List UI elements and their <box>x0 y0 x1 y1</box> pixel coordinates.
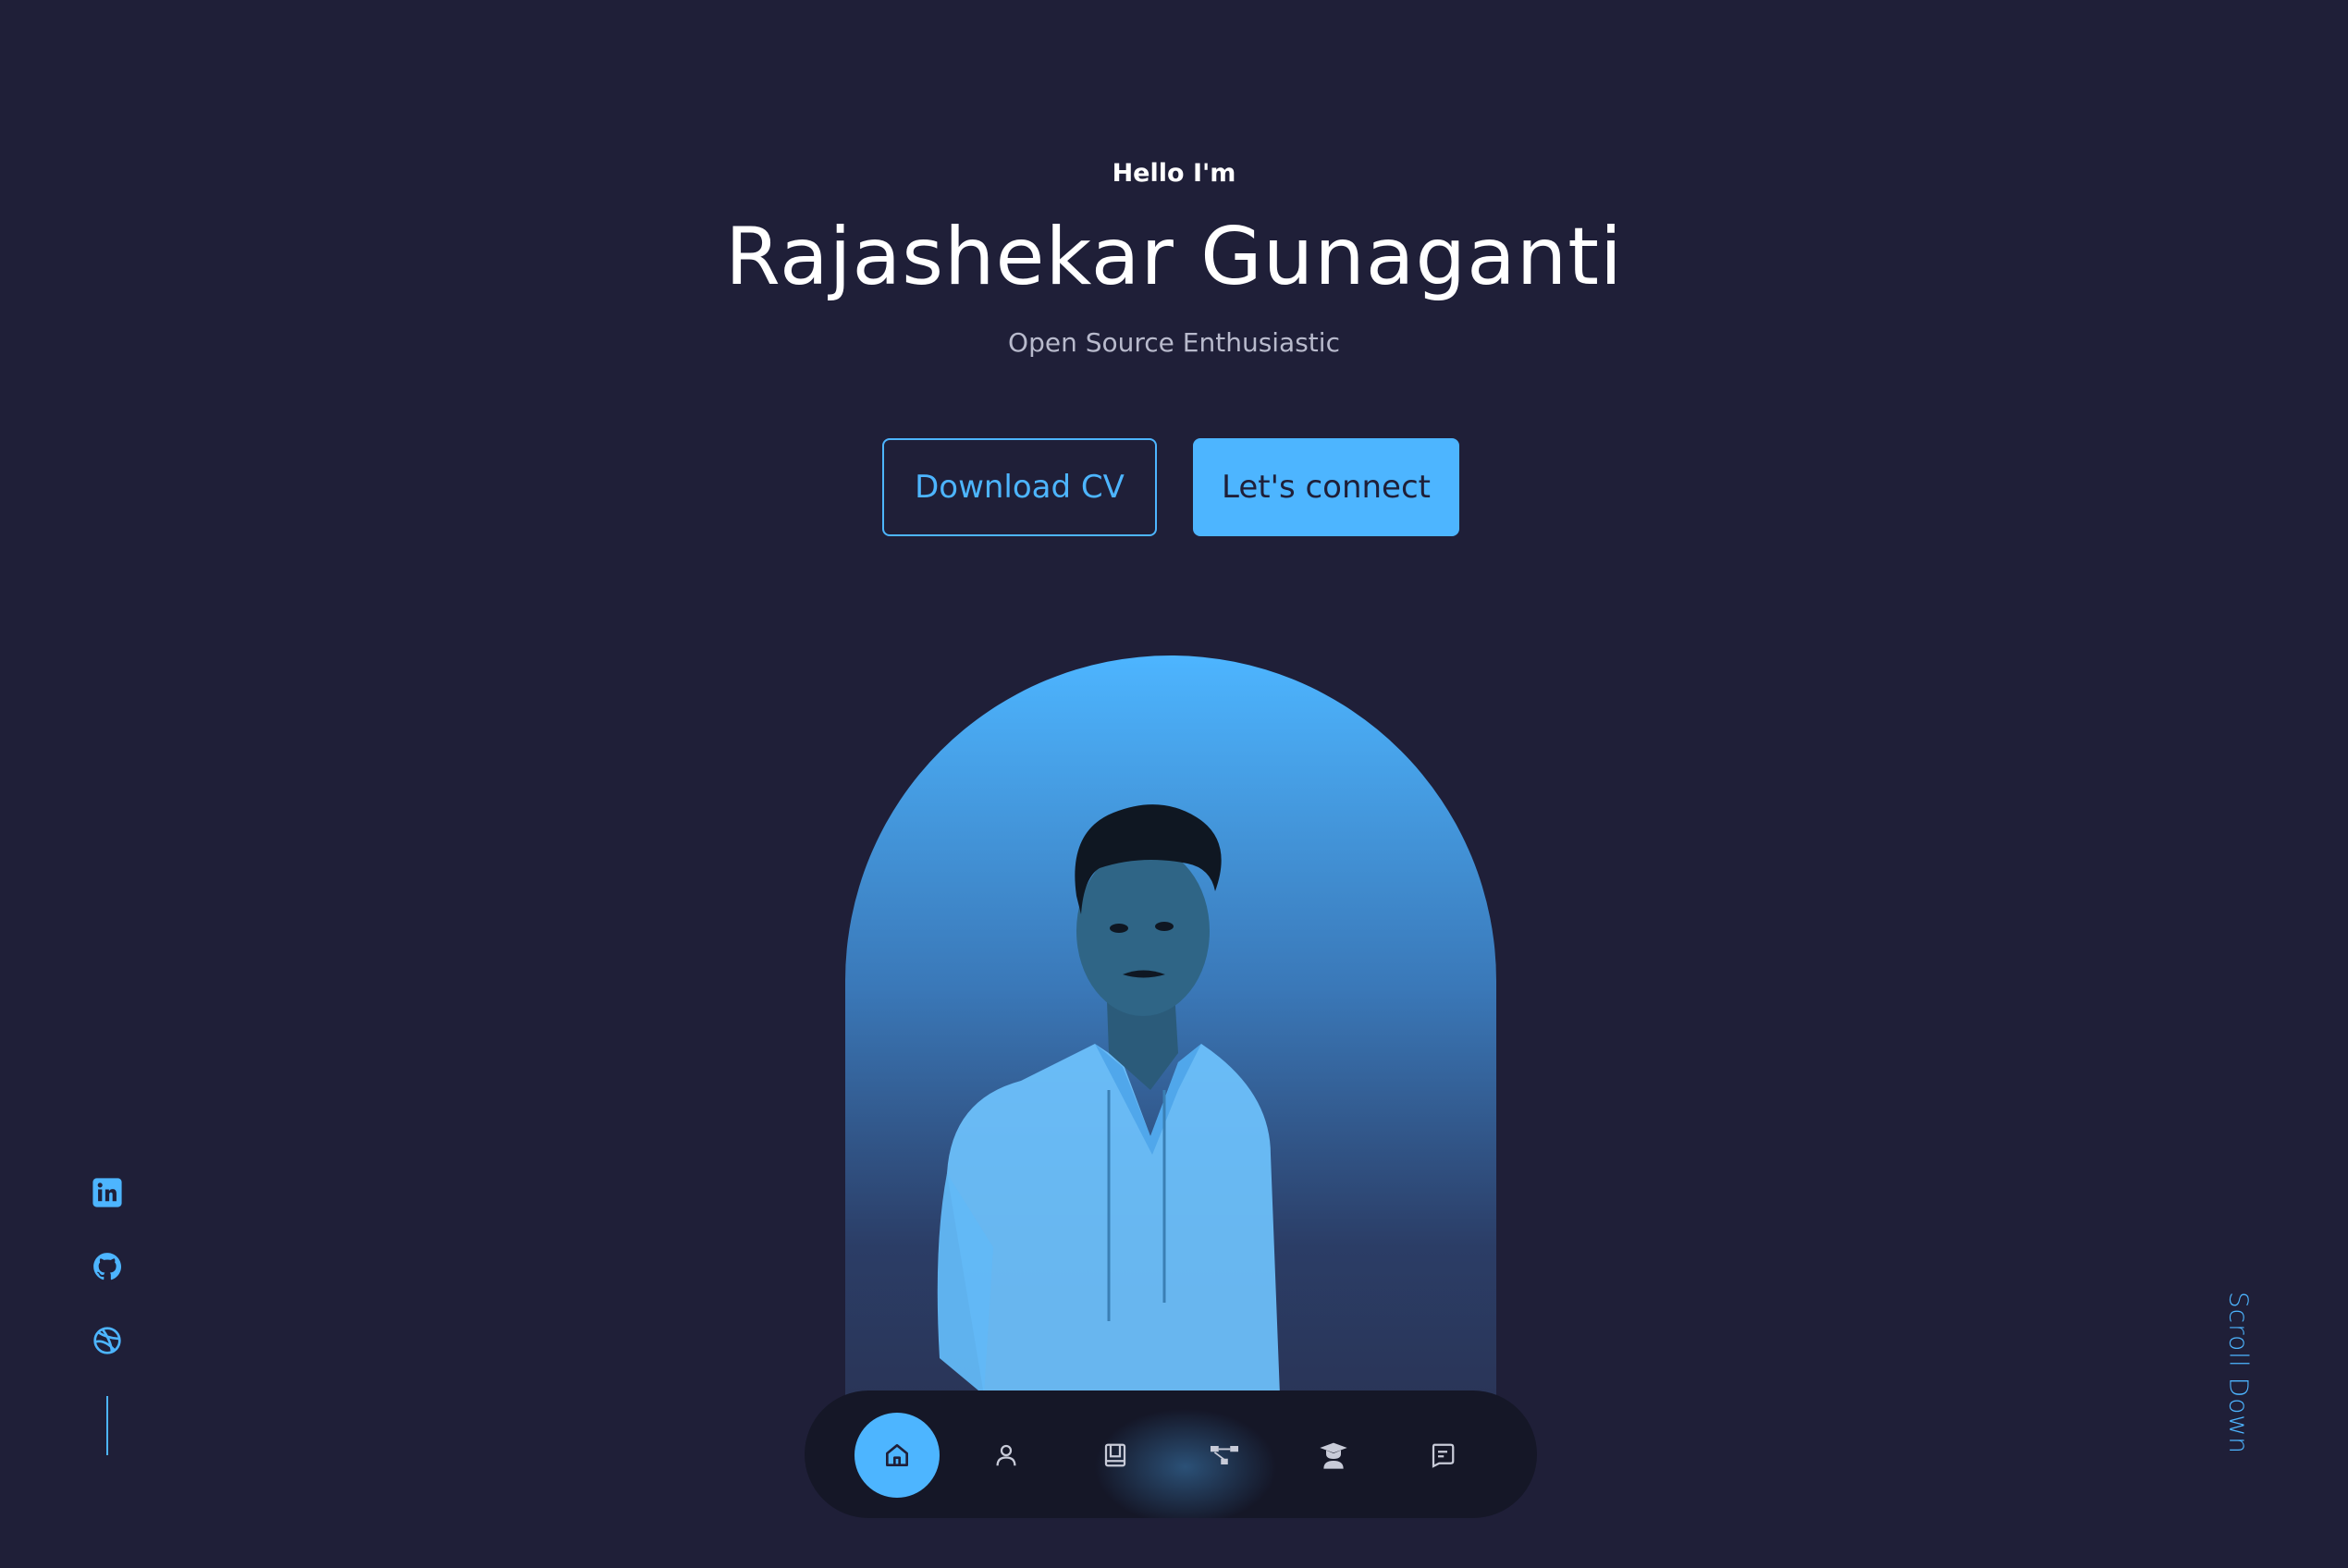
bottom-nav <box>805 1390 1537 1518</box>
dribbble-icon[interactable] <box>89 1322 126 1359</box>
linkedin-icon[interactable] <box>89 1174 126 1211</box>
scroll-down-link[interactable]: Scroll Down <box>2218 1292 2260 1454</box>
book-icon <box>1104 1443 1126 1467</box>
connect-button[interactable]: Let's connect <box>1193 438 1459 536</box>
home-icon <box>886 1444 908 1466</box>
social-divider-line <box>106 1396 108 1455</box>
message-icon <box>1432 1443 1455 1468</box>
user-icon <box>996 1444 1016 1466</box>
nav-education[interactable] <box>1291 1413 1376 1498</box>
github-icon[interactable] <box>89 1248 126 1285</box>
graduate-icon <box>1320 1442 1347 1469</box>
network-icon <box>1211 1446 1238 1464</box>
page: Hello I'm Rajashekar Gunaganti Open Sour… <box>0 0 2348 1568</box>
portrait-frame <box>845 655 1496 1395</box>
nav-home[interactable] <box>854 1413 940 1498</box>
tagline-text: Open Source Enthusiastic <box>1008 327 1340 358</box>
download-cv-button[interactable]: Download CV <box>882 438 1157 536</box>
nav-projects[interactable] <box>1182 1413 1267 1498</box>
scroll-down-label: Scroll Down <box>2223 1292 2255 1454</box>
nav-contact[interactable] <box>1400 1413 1485 1498</box>
greeting-text: Hello I'm <box>1112 159 1236 188</box>
portrait-photo <box>937 804 1280 1395</box>
nav-about[interactable] <box>964 1413 1049 1498</box>
page-title: Rajashekar Gunaganti <box>725 211 1623 303</box>
nav-experience[interactable] <box>1073 1413 1158 1498</box>
